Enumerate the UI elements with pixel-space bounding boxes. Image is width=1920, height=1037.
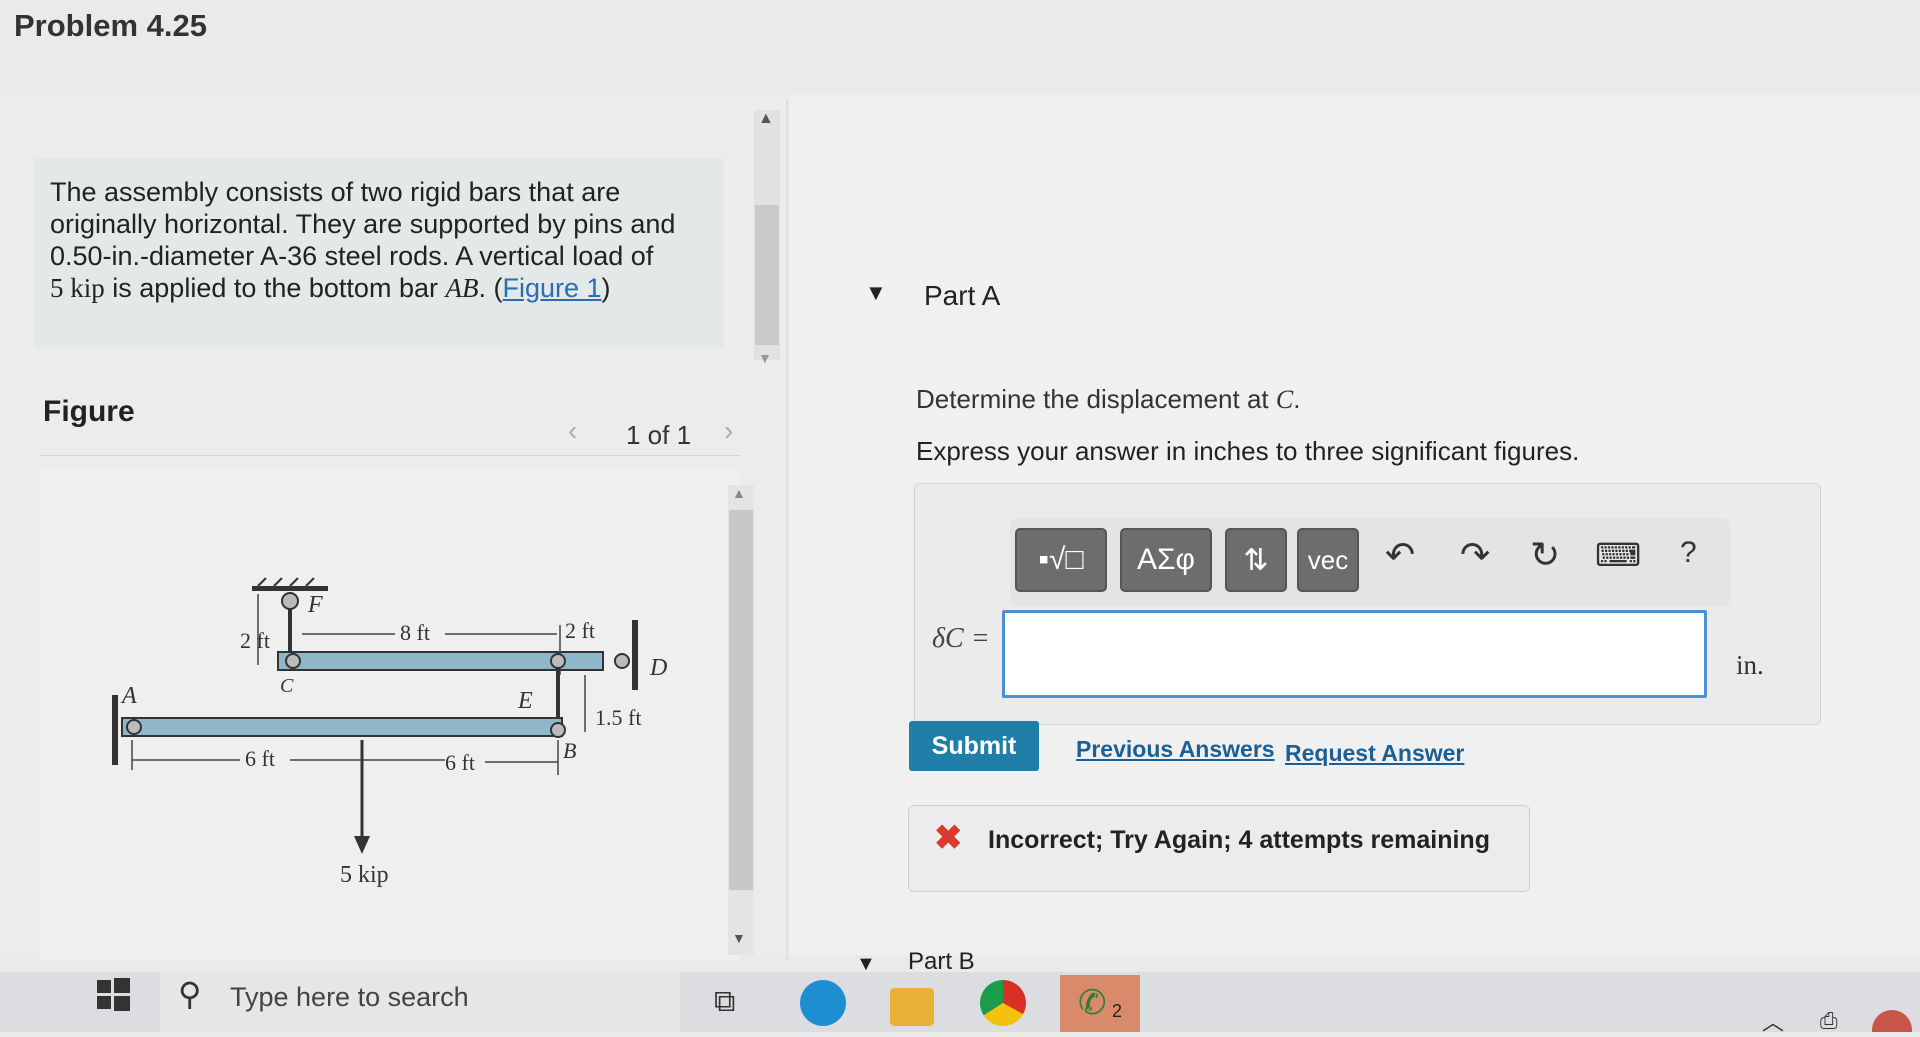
question-text: Determine the displacement at C. [916,384,1300,415]
sort-arrows-icon: ⇅ [1243,543,1269,577]
help-button[interactable]: ? [1680,536,1697,570]
dim-1-5ft: 1.5 ft [595,705,641,730]
lower-bar-ab [121,717,563,737]
templates-button[interactable]: ▪√□ [1015,528,1107,592]
previous-answers-link[interactable]: Previous Answers [1076,736,1275,763]
pin-c [285,653,301,669]
keyboard-icon[interactable]: ⌨ [1595,536,1641,574]
scroll-up-arrow-icon[interactable]: ▲ [732,485,746,501]
dim-6ft-b: 6 ft [445,750,475,775]
dim-6ft-a: 6 ft [245,746,275,771]
description-line-1: The assembly consists of two rigid bars … [50,177,621,207]
scroll-down-arrow-icon[interactable]: ▼ [758,350,772,366]
wall-support-d [632,620,638,690]
part-a-title[interactable]: Part A [924,280,1000,312]
label-E: E [517,688,533,714]
wall-support-a [112,695,118,765]
figure-area: F 2 ft C 8 ft 2 ft D E 1.5 ft A B 6 ft 6… [40,470,740,960]
fraction-root-icon: ▪√□ [1038,543,1084,576]
load-value: 5 kip [50,273,105,303]
dim-2ft-right: 2 ft [565,618,595,643]
divider [40,455,740,456]
description-scrollbar-thumb[interactable] [755,205,779,345]
figure-pager: 1 of 1 [626,420,692,450]
description-line-2: originally horizontal. They are supporte… [50,209,676,239]
error-x-icon: ✖ [934,819,963,857]
instruction-text: Express your answer in inches to three s… [916,436,1580,466]
scroll-down-arrow-icon[interactable]: ▼ [732,930,746,946]
load-arrowhead [354,836,370,854]
vector-button[interactable]: vec [1297,528,1359,592]
figure-link[interactable]: Figure 1 [502,273,601,303]
chevron-right-icon[interactable]: › [724,415,733,447]
whatsapp-app-tile[interactable]: ✆ 2 [1060,975,1140,1032]
answer-input[interactable] [1002,610,1707,698]
answer-variable-label: δC = [932,623,990,654]
pin-d [614,653,630,669]
unit-label: in. [1736,650,1764,680]
dim-2ft-left: 2 ft [240,628,270,653]
reset-icon[interactable]: ↻ [1530,534,1560,576]
search-icon: ⚲ [178,976,202,1012]
label-B: B [563,738,576,763]
redo-icon[interactable]: ↷ [1460,534,1490,576]
request-answer-link[interactable]: Request Answer [1285,740,1464,767]
math-toolbar: ▪√□ ΑΣφ ⇅ vec ↶ ↷ ↻ ⌨ ? [1010,518,1730,606]
greek-symbols-button[interactable]: ΑΣφ [1120,528,1212,592]
scroll-up-arrow-icon[interactable]: ▲ [758,110,774,128]
task-view-icon[interactable]: ⧉ [714,985,735,1019]
description-text: . ( [478,273,503,303]
problem-title: Problem 4.25 [14,8,207,43]
label-C: C [280,675,294,697]
description-text: is applied to the bottom bar [104,273,446,303]
bar-name: AB [445,273,479,303]
pin-a [126,719,142,735]
file-explorer-icon[interactable] [890,988,934,1026]
figure-scrollbar-thumb[interactable] [729,510,753,890]
chrome-icon[interactable] [980,980,1026,1026]
chevron-left-icon[interactable]: ‹ [568,415,577,447]
description-text: ) [601,273,611,303]
description-line-4: 5 kip is applied to the bottom bar AB. (… [50,272,708,304]
edge-browser-icon[interactable] [800,980,846,1026]
pin-b [550,722,566,738]
label-D: D [649,655,667,681]
windows-start-icon[interactable] [96,978,130,1012]
subscript-button[interactable]: ⇅ [1225,528,1287,592]
question-prefix: Determine the displacement at [916,384,1276,414]
figure-diagram: F 2 ft C 8 ft 2 ft D E 1.5 ft A B 6 ft 6… [112,577,667,888]
feedback-message: Incorrect; Try Again; 4 attempts remaini… [988,826,1490,854]
question-suffix: . [1293,384,1301,414]
figure-heading: Figure [43,395,135,428]
label-F: F [307,592,323,618]
pin-e-top [550,653,566,669]
greek-label: ΑΣφ [1136,543,1195,576]
search-placeholder[interactable]: Type here to search [230,982,469,1013]
problem-description: The assembly consists of two rigid bars … [34,158,724,348]
load-label: 5 kip [340,862,389,888]
undo-icon[interactable]: ↶ [1385,534,1415,576]
collapse-triangle-icon[interactable]: ▼ [865,280,887,306]
notification-badge: 2 [1112,1001,1123,1021]
question-point: C [1275,385,1294,414]
pane-divider[interactable] [786,100,788,960]
chevron-up-icon[interactable]: ︿ [1762,1005,1784,1037]
label-A: A [120,683,137,709]
dim-8ft: 8 ft [400,620,430,645]
camera-icon[interactable]: ⎙ [1820,1008,1838,1034]
whatsapp-icon: ✆ [1078,984,1107,1022]
submit-button[interactable]: Submit [909,721,1039,771]
description-line-3: 0.50-in.-diameter A-36 steel rods. A ver… [50,241,654,271]
vec-label: vec [1307,544,1349,575]
